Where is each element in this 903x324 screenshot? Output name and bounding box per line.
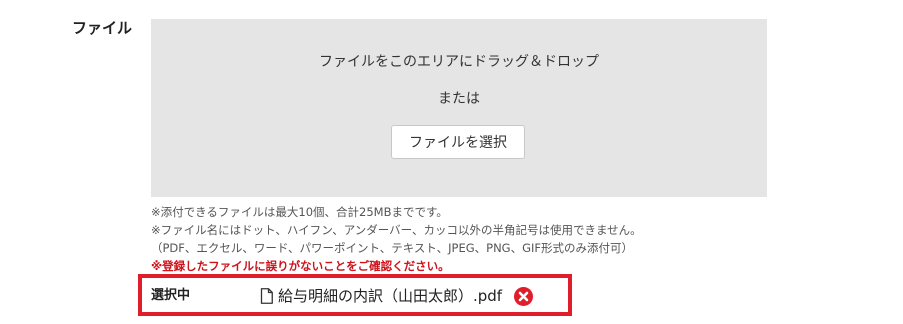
selected-file-name: 給与明細の内訳（山田太郎）.pdf — [278, 287, 503, 305]
upload-notes: ※添付できるファイルは最大10個、合計25MBまでです。 ※ファイル名にはドット… — [151, 203, 642, 275]
note-confirm-warning: ※登録したファイルに誤りがないことをご確認ください。 — [151, 259, 450, 273]
note-file-limit: ※添付できるファイルは最大10個、合計25MBまでです。 — [151, 205, 448, 219]
note-filename-rules: ※ファイル名にはドット、ハイフン、アンダーバー、カッコ以外の半角記号は使用できま… — [151, 223, 642, 237]
document-icon — [260, 288, 273, 304]
remove-file-icon[interactable] — [514, 286, 534, 306]
file-field-label: ファイル — [72, 19, 133, 37]
selected-file-highlight: 選択中 給与明細の内訳（山田太郎）.pdf — [138, 274, 572, 316]
selected-file-entry: 給与明細の内訳（山田太郎）.pdf — [260, 285, 534, 307]
drop-or-text: または — [438, 91, 480, 107]
select-file-button[interactable]: ファイルを選択 — [391, 125, 525, 159]
drop-instruction: ファイルをこのエリアにドラッグ＆ドロップ — [319, 54, 599, 70]
note-allowed-formats: （PDF、エクセル、ワード、パワーポイント、テキスト、JPEG、PNG、GIF形… — [151, 241, 634, 255]
selected-label: 選択中 — [151, 288, 191, 303]
file-drop-zone[interactable]: ファイルをこのエリアにドラッグ＆ドロップ または ファイルを選択 — [151, 19, 767, 197]
